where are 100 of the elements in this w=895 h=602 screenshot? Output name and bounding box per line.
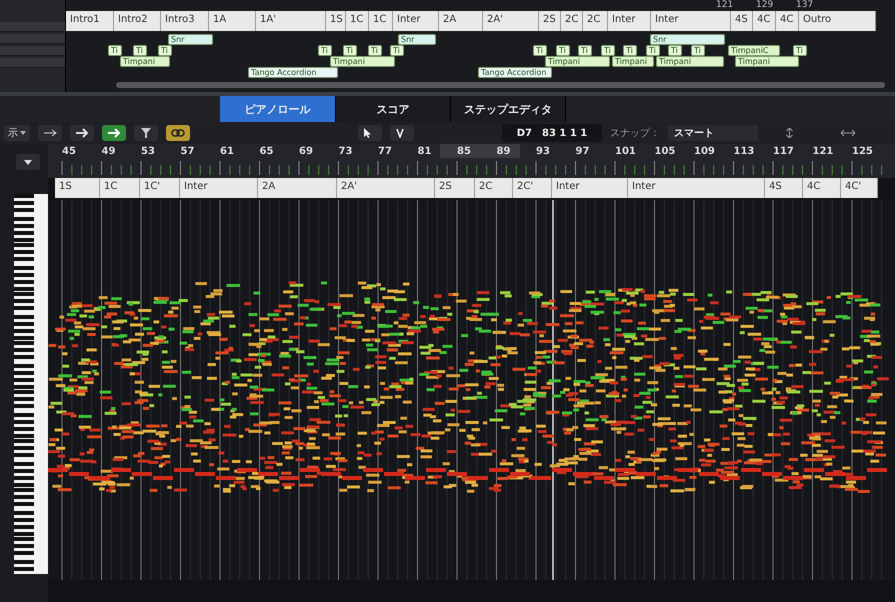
- filter-button[interactable]: [134, 125, 158, 141]
- bar-number: 109: [694, 146, 715, 157]
- dropdown-button[interactable]: [16, 154, 40, 170]
- marker[interactable]: Inter: [552, 178, 628, 198]
- track-header[interactable]: [0, 58, 65, 68]
- zoom-icon: [786, 128, 793, 138]
- marker[interactable]: Outro: [799, 11, 876, 31]
- midi-region[interactable]: Ti: [133, 45, 147, 56]
- marker[interactable]: 2C': [513, 178, 552, 198]
- midi-region[interactable]: Snr: [650, 34, 725, 45]
- bar-number: 65: [260, 146, 274, 157]
- midi-region[interactable]: Ti: [343, 45, 357, 56]
- catch-button[interactable]: [38, 125, 62, 141]
- marker[interactable]: 1C: [100, 178, 140, 198]
- marker[interactable]: 1C': [140, 178, 180, 198]
- marker[interactable]: 4S: [765, 178, 803, 198]
- midi-out-button[interactable]: [102, 125, 126, 141]
- bar-number: 129: [756, 0, 774, 10]
- editor-tab[interactable]: ステップエディタ: [451, 96, 566, 122]
- marker[interactable]: 2A: [258, 178, 337, 198]
- arrows-icon: [43, 129, 57, 137]
- zoom-icon: [841, 128, 855, 138]
- midi-region[interactable]: TimpaniC: [728, 45, 780, 56]
- position-text: 83 1 1 1: [542, 128, 588, 138]
- marker[interactable]: Inter: [180, 178, 258, 198]
- track-header[interactable]: [0, 46, 65, 56]
- marker[interactable]: 4C: [776, 11, 799, 31]
- arrow-icon: [75, 128, 89, 138]
- scroll-bar[interactable]: [116, 82, 885, 88]
- marker[interactable]: 2C: [561, 11, 583, 31]
- marker[interactable]: 4C: [753, 11, 776, 31]
- marker[interactable]: 4S: [731, 11, 753, 31]
- marker[interactable]: 2A': [337, 178, 435, 198]
- midi-region[interactable]: Ti: [390, 45, 404, 56]
- midi-region[interactable]: Snr: [168, 34, 213, 45]
- marker[interactable]: 4C': [841, 178, 878, 198]
- marker[interactable]: 1C: [369, 11, 393, 31]
- marker[interactable]: 2C: [583, 11, 608, 31]
- view-menu[interactable]: 示: [4, 125, 30, 141]
- midi-region[interactable]: Timpani: [330, 56, 395, 67]
- midi-region[interactable]: Tango Accordion: [248, 67, 338, 78]
- marker[interactable]: 2C: [475, 178, 513, 198]
- midi-region[interactable]: Ti: [793, 45, 807, 56]
- midi-region[interactable]: Ti: [108, 45, 122, 56]
- link-button[interactable]: [166, 125, 190, 141]
- cycle-region[interactable]: [440, 144, 520, 158]
- marker[interactable]: 1A': [256, 11, 326, 31]
- marker[interactable]: 2A': [483, 11, 539, 31]
- marker[interactable]: Inter: [393, 11, 439, 31]
- marker[interactable]: 2S: [539, 11, 561, 31]
- bar-number: 101: [615, 146, 636, 157]
- bar-number: 121: [812, 146, 834, 157]
- midi-region[interactable]: Ti: [646, 45, 660, 56]
- midi-region[interactable]: Snr: [398, 34, 436, 45]
- marker[interactable]: Inter: [628, 178, 765, 198]
- pointer-tool-button[interactable]: [358, 125, 382, 141]
- track-header[interactable]: [0, 22, 65, 32]
- marker[interactable]: Inter: [608, 11, 651, 31]
- marker[interactable]: 1C: [346, 11, 369, 31]
- midi-region[interactable]: Ti: [623, 45, 637, 56]
- midi-region[interactable]: Ti: [158, 45, 172, 56]
- midi-region[interactable]: Ti: [368, 45, 382, 56]
- funnel-icon: [141, 128, 151, 138]
- bar-number: 113: [734, 146, 754, 157]
- midi-region[interactable]: Timpani: [612, 56, 654, 67]
- bar-number: 97: [576, 146, 590, 157]
- bar-number: 57: [180, 146, 194, 157]
- marker[interactable]: Intro1: [66, 11, 114, 31]
- midi-region[interactable]: Ti: [668, 45, 682, 56]
- bar-number: 105: [654, 146, 676, 157]
- marker[interactable]: Inter: [651, 11, 731, 31]
- midi-region[interactable]: Timpani: [656, 56, 724, 67]
- bar-number: 49: [102, 146, 116, 157]
- marker[interactable]: 2S: [435, 178, 475, 198]
- bar-number: 45: [62, 146, 76, 157]
- midi-region[interactable]: Ti: [533, 45, 547, 56]
- marker[interactable]: 1A: [209, 11, 256, 31]
- midi-region[interactable]: Ti: [691, 45, 705, 56]
- midi-region[interactable]: Timpani: [735, 56, 799, 67]
- snap-menu[interactable]: スマート: [668, 125, 758, 141]
- marker[interactable]: 2A: [439, 11, 483, 31]
- midi-in-button[interactable]: [70, 125, 94, 141]
- midi-region[interactable]: Timpani: [545, 56, 610, 67]
- marker[interactable]: 1S: [55, 178, 100, 198]
- midi-region[interactable]: Ti: [318, 45, 332, 56]
- marker[interactable]: 1S: [326, 11, 346, 31]
- marker[interactable]: Intro3: [161, 11, 209, 31]
- marker[interactable]: 4C: [803, 178, 841, 198]
- midi-region[interactable]: Timpani: [120, 56, 170, 67]
- bar-number: 137: [796, 0, 814, 10]
- editor-tab[interactable]: ピアノロール: [220, 96, 336, 122]
- midi-region[interactable]: Tango Accordion: [478, 67, 552, 78]
- midi-region[interactable]: Ti: [601, 45, 615, 56]
- track-header[interactable]: [0, 34, 65, 44]
- marker[interactable]: Intro2: [114, 11, 161, 31]
- bar-number: 121: [716, 0, 734, 10]
- tool-button[interactable]: [390, 125, 414, 141]
- editor-tab[interactable]: スコア: [336, 96, 451, 122]
- midi-region[interactable]: Ti: [578, 45, 592, 56]
- midi-region[interactable]: Ti: [556, 45, 570, 56]
